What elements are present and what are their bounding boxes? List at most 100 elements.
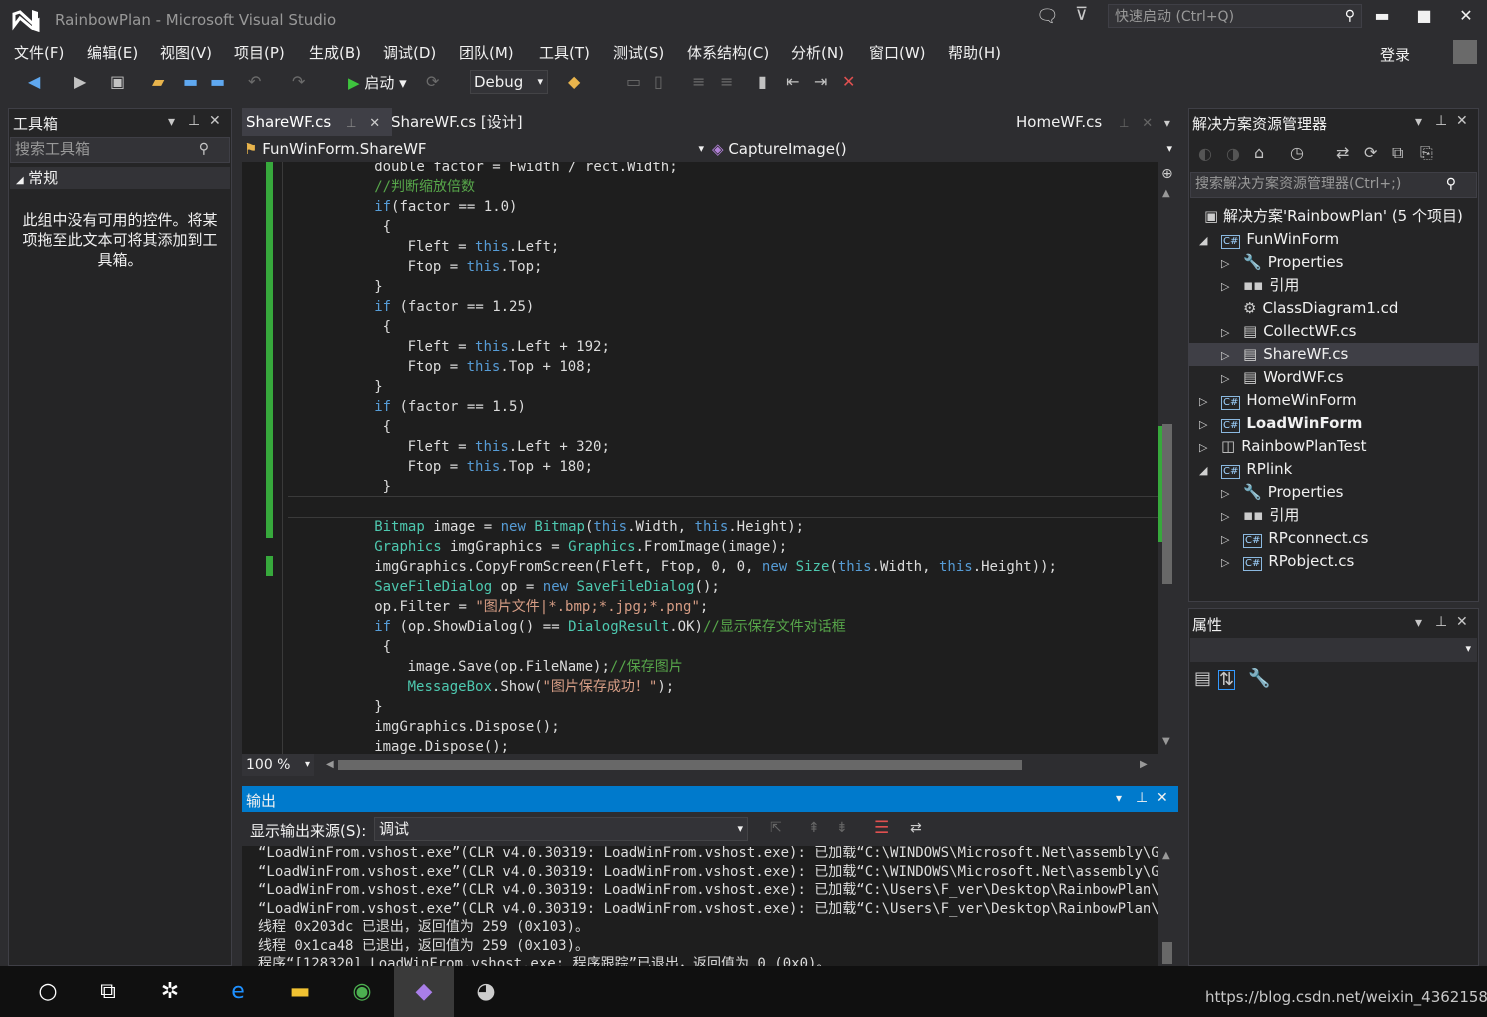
solution-tree-item[interactable]: ⚙ ClassDiagram1.cd <box>1221 297 1398 320</box>
expand-arrow-icon[interactable]: ▷ <box>1199 390 1221 413</box>
member-dropdown[interactable]: ◈ CaptureImage() ▾ <box>712 138 1176 160</box>
menu-debug[interactable]: 调试(D) <box>383 42 436 63</box>
expand-arrow-icon[interactable]: ▷ <box>1199 413 1221 436</box>
edge-icon[interactable]: e <box>208 966 268 1017</box>
scroll-left-icon[interactable]: ◀ <box>326 759 334 770</box>
pin-icon[interactable]: ⊥ <box>346 116 356 130</box>
solution-tree-item[interactable]: ▷ ▤ WordWF.cs <box>1221 366 1344 389</box>
collapse-all-icon[interactable]: ⧉ <box>1392 143 1403 163</box>
menu-view[interactable]: 视图(V) <box>160 42 212 63</box>
output-text[interactable]: “LoadWinFrom.vshost.exe”(CLR v4.0.30319:… <box>242 846 1158 966</box>
comment-icon[interactable]: ≡ <box>692 72 705 91</box>
sync-icon[interactable]: ⇄ <box>1336 143 1349 162</box>
prev-message-icon[interactable]: ⇞ <box>808 820 820 836</box>
redo-icon[interactable]: ↷ <box>292 72 305 91</box>
minimize-button[interactable]: ▬ <box>1368 6 1396 25</box>
expand-arrow-icon[interactable]: ▷ <box>1221 367 1243 390</box>
expand-arrow-icon[interactable]: ▷ <box>1221 482 1243 505</box>
close-icon[interactable]: ✕ <box>1142 116 1153 131</box>
alphabetical-icon[interactable]: ⇅ <box>1218 670 1236 690</box>
filter-icon[interactable]: ⊽ <box>1075 6 1088 24</box>
app-icon[interactable]: ✲ <box>140 966 200 1017</box>
solution-root[interactable]: ▣ 解决方案'RainbowPlan' (5 个项目) <box>1204 205 1463 228</box>
toolbox-search-input[interactable]: 搜索工具箱 ⚲ <box>10 137 230 163</box>
expand-arrow-icon[interactable]: ◢ <box>1199 229 1221 252</box>
visual-studio-taskbar-icon[interactable]: ◆ <box>394 966 454 1017</box>
expand-arrow-icon[interactable]: ▷ <box>1221 344 1243 367</box>
forward-icon[interactable]: ▶ <box>74 72 86 91</box>
login-link[interactable]: 登录 <box>1380 44 1410 65</box>
new-project-icon[interactable]: ▣ <box>110 72 125 91</box>
close-window-button[interactable]: ✕ <box>1452 6 1480 25</box>
tab-homewf-cs[interactable]: HomeWF.cs ⊥ ✕ ▾ <box>1012 108 1174 136</box>
prev-bookmark-icon[interactable]: ⇤ <box>786 72 799 91</box>
solution-tree-item[interactable]: ▷ ◫ RainbowPlanTest <box>1199 435 1367 458</box>
history-icon[interactable]: ◷ <box>1290 143 1304 162</box>
expand-arrow-icon[interactable]: ▷ <box>1221 252 1243 275</box>
solution-tree-item[interactable]: ▷ ▪▪ 引用 <box>1221 504 1299 527</box>
undo-icon[interactable]: ↶ <box>248 72 261 91</box>
menu-build[interactable]: 生成(B) <box>309 42 361 63</box>
clear-bookmarks-icon[interactable]: ✕ <box>842 72 855 91</box>
output-source-select[interactable]: 调试 ▾ <box>374 817 748 841</box>
menu-team[interactable]: 团队(M) <box>459 42 514 63</box>
uncomment-icon[interactable]: ≡ <box>720 72 733 91</box>
scroll-up-icon[interactable]: ▲ <box>1162 188 1170 199</box>
bookmark-icon[interactable]: ▮ <box>758 72 767 91</box>
pin-icon[interactable]: ⊥ <box>1136 790 1148 806</box>
pin-icon[interactable]: ⊥ <box>1435 615 1447 629</box>
dropdown-icon[interactable]: ▾ <box>1415 115 1422 129</box>
refresh-icon[interactable]: ⟳ <box>1364 143 1377 162</box>
find-icon[interactable]: ◆ <box>568 72 580 91</box>
solution-tree-item[interactable]: ▷ C# LoadWinForm <box>1199 412 1362 435</box>
menu-project[interactable]: 项目(P) <box>234 42 285 63</box>
solution-search-input[interactable]: 搜索解决方案资源管理器(Ctrl+;) ⚲ <box>1190 172 1477 198</box>
expand-arrow-icon[interactable]: ▷ <box>1221 505 1243 528</box>
refresh-icon[interactable]: ⟳ <box>426 72 439 91</box>
menu-edit[interactable]: 编辑(E) <box>87 42 138 63</box>
show-all-files-icon[interactable]: ⎘ <box>1420 143 1433 163</box>
quick-launch-input[interactable]: 快速启动 (Ctrl+Q) ⚲ <box>1108 4 1362 28</box>
save-all-icon[interactable]: ▬ <box>210 72 225 91</box>
menu-help[interactable]: 帮助(H) <box>948 42 1001 63</box>
expand-arrow-icon[interactable]: ▷ <box>1221 275 1243 298</box>
property-pages-icon[interactable]: 🔧 <box>1248 670 1270 688</box>
properties-object-select[interactable]: ▾ <box>1190 638 1477 662</box>
save-icon[interactable]: ▬ <box>183 72 198 91</box>
expand-arrow-icon[interactable]: ▷ <box>1199 436 1221 459</box>
scroll-down-icon[interactable]: ▼ <box>1162 736 1170 747</box>
tab-sharewf-design[interactable]: ShareWF.cs [设计] <box>387 108 527 136</box>
back-icon[interactable]: ◐ <box>1198 144 1212 163</box>
expand-arrow-icon[interactable]: ▷ <box>1221 321 1243 344</box>
file-explorer-icon[interactable]: ▬ <box>270 966 330 1017</box>
solution-tree-item[interactable]: ▷ C# HomeWinForm <box>1199 389 1357 412</box>
solution-tree-item[interactable]: ◢ C# RPlink <box>1199 458 1292 481</box>
home-icon[interactable]: ⌂ <box>1254 143 1264 162</box>
categorized-icon[interactable]: ▤ <box>1194 670 1211 688</box>
close-icon[interactable]: ✕ <box>1456 114 1468 128</box>
app-icon[interactable]: ◕ <box>456 966 516 1017</box>
word-wrap-icon[interactable]: ⇄ <box>910 820 922 836</box>
pin-icon[interactable]: ⊥ <box>1119 116 1129 130</box>
menu-file[interactable]: 文件(F) <box>14 42 64 63</box>
dropdown-icon[interactable]: ▾ <box>1116 791 1122 805</box>
pin-icon[interactable]: ⊥ <box>1435 114 1447 128</box>
solution-tree-item[interactable]: ▷ C# RPconnect.cs <box>1221 527 1368 550</box>
horizontal-scroll-thumb[interactable] <box>338 760 1022 770</box>
solution-config-select[interactable]: Debug ▾ <box>470 70 548 94</box>
indent-icon[interactable]: ▯ <box>654 72 663 91</box>
solution-tree-item[interactable]: ◢ C# FunWinForm <box>1199 228 1339 251</box>
menu-analyze[interactable]: 分析(N) <box>791 42 844 63</box>
next-bookmark-icon[interactable]: ⇥ <box>814 72 827 91</box>
menu-test[interactable]: 测试(S) <box>613 42 664 63</box>
expand-arrow-icon[interactable]: ◢ <box>1199 459 1221 482</box>
solution-tree-item[interactable]: ▷ ▪▪ 引用 <box>1221 274 1299 297</box>
chevron-down-icon[interactable]: ▾ <box>1164 116 1170 130</box>
menu-architecture[interactable]: 体系结构(C) <box>687 42 769 63</box>
solution-tree-item[interactable]: ▷ 🔧 Properties <box>1221 481 1344 504</box>
avatar[interactable] <box>1453 40 1477 64</box>
browser-icon[interactable]: ◉ <box>332 966 392 1017</box>
back-icon[interactable]: ◀ <box>28 72 40 91</box>
zoom-select[interactable]: 100 % ▾ <box>242 754 314 776</box>
code-editor[interactable]: double factor = Fwidth / rect.Width; //判断… <box>242 162 1158 754</box>
